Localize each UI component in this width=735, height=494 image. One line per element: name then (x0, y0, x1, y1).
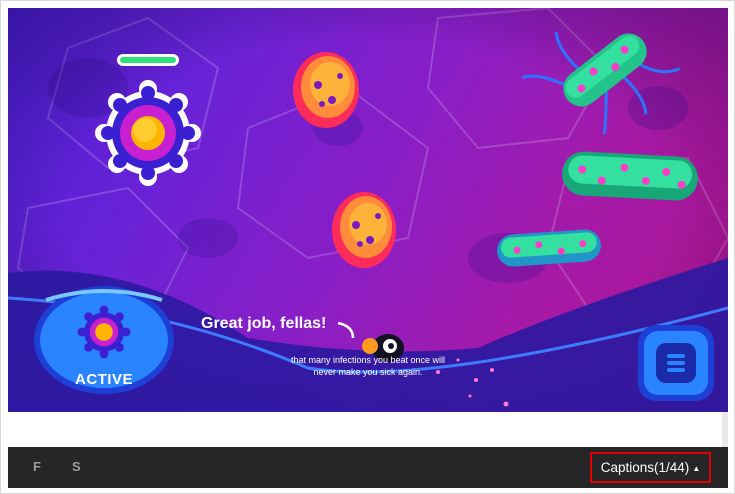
active-pod-label: ACTIVE (74, 371, 133, 388)
speech-text: Great job, fellas! (201, 315, 327, 332)
fullscreen-button[interactable]: F (33, 459, 41, 474)
scrollbar[interactable] (722, 412, 728, 447)
player-health-bar (117, 54, 179, 66)
sound-button[interactable]: S (72, 459, 81, 474)
captions-button[interactable]: Captions(1/44) ▲ (590, 452, 711, 483)
player-white-blood-cell (95, 80, 201, 186)
control-bar: F S Captions(1/44) ▲ (8, 447, 728, 488)
captions-label: Captions(1/44) (600, 460, 690, 475)
pathogen-pod-2 (332, 192, 396, 268)
bacterium-right (562, 151, 698, 201)
player-frame: ACTIVE Great job, fellas! that many infe… (0, 0, 735, 494)
menu-icon (667, 354, 685, 372)
menu-button[interactable] (658, 345, 694, 381)
pathogen-pod-1 (293, 52, 359, 128)
caption-area (8, 412, 722, 447)
subtitle-text: that many infections you beat once will … (290, 355, 446, 377)
game-scene (8, 8, 728, 412)
caret-up-icon: ▲ (692, 463, 701, 473)
game-canvas[interactable]: ACTIVE Great job, fellas! that many infe… (8, 8, 728, 412)
